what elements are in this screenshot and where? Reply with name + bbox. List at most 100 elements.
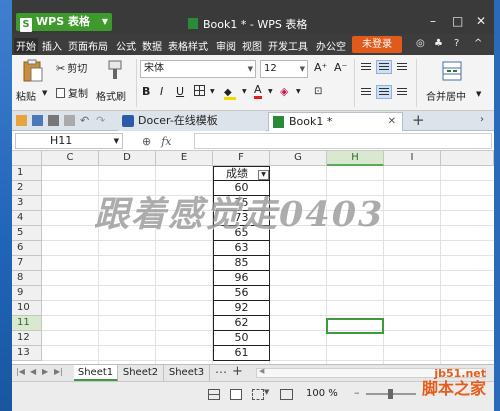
zoom-formula-icon[interactable]: ⊕: [142, 135, 151, 148]
format-painter-button[interactable]: 格式刷: [96, 59, 132, 105]
page-layout-view-icon[interactable]: [230, 389, 242, 400]
chevron-down-icon[interactable]: ▼: [268, 88, 273, 95]
zoom-slider-thumb[interactable]: [388, 389, 393, 399]
borders-button[interactable]: [194, 85, 205, 99]
minimize-button[interactable]: –: [430, 14, 436, 28]
zoom-level[interactable]: 100 %: [306, 388, 338, 399]
selected-cell-h11[interactable]: [326, 318, 384, 334]
save-icon[interactable]: [32, 115, 43, 126]
fx-button[interactable]: fx: [161, 135, 171, 148]
undo-icon[interactable]: ↶: [80, 114, 89, 127]
align-top-button[interactable]: [358, 60, 374, 74]
copy-button[interactable]: 复制: [56, 85, 88, 100]
align-center-button[interactable]: [376, 85, 392, 99]
new-tab-button[interactable]: +: [412, 111, 425, 129]
settings-icon[interactable]: ♣: [434, 38, 443, 49]
normal-view-icon[interactable]: [208, 389, 220, 400]
merge-center-button[interactable]: 合并居中 ▼: [420, 59, 490, 105]
prev-sheet-icon[interactable]: ◀: [30, 367, 36, 376]
bold-button[interactable]: B: [142, 85, 150, 98]
row-header[interactable]: 2: [12, 181, 42, 196]
help-icon[interactable]: ?: [454, 38, 459, 49]
row-header[interactable]: 10: [12, 301, 42, 316]
align-left-button[interactable]: [358, 85, 374, 99]
first-sheet-icon[interactable]: |◀: [16, 367, 25, 376]
tab-docer-templates[interactable]: Docer-在线模板: [118, 112, 266, 131]
formula-input[interactable]: [194, 133, 492, 149]
menu-table-style[interactable]: 表格样式: [168, 38, 208, 53]
print-icon[interactable]: [48, 115, 59, 126]
spreadsheet-grid[interactable]: C D E F G H I 1 2 3 4 5 6 7 8 9 10 11 12…: [12, 151, 494, 364]
shrink-font-button[interactable]: A⁻: [334, 61, 347, 74]
skin-icon[interactable]: ◎: [416, 38, 425, 49]
row-header[interactable]: 8: [12, 271, 42, 286]
name-box[interactable]: H11 ▼: [15, 133, 123, 149]
column-header-g[interactable]: G: [270, 151, 327, 166]
filter-dropdown-button[interactable]: ▼: [258, 170, 269, 180]
column-header-h[interactable]: H: [327, 151, 384, 166]
cut-button[interactable]: ✂ 剪切: [56, 60, 87, 75]
menu-data[interactable]: 数据: [142, 38, 162, 53]
cell-f6[interactable]: 63: [213, 241, 270, 256]
add-sheet-button[interactable]: +: [232, 364, 243, 379]
sheet-tab-sheet2[interactable]: Sheet2: [118, 365, 164, 381]
fill-color-button[interactable]: ◆: [224, 85, 236, 100]
app-menu-button[interactable]: S WPS 表格 ▼: [16, 13, 112, 32]
grow-font-button[interactable]: A⁺: [314, 61, 327, 74]
row-header-selected[interactable]: 11: [12, 316, 42, 331]
row-header[interactable]: 3: [12, 196, 42, 211]
font-color-button[interactable]: A: [254, 84, 262, 99]
cell-f13[interactable]: 61: [213, 346, 270, 361]
cell-f12[interactable]: 50: [213, 331, 270, 346]
menu-review[interactable]: 审阅: [216, 38, 236, 53]
close-tab-icon[interactable]: ✕: [388, 113, 396, 131]
page-break-view-icon[interactable]: [252, 389, 264, 400]
column-header-i[interactable]: I: [384, 151, 441, 166]
chevron-down-icon[interactable]: ▼: [210, 88, 215, 95]
close-button[interactable]: ✕: [476, 14, 486, 28]
cell-f7[interactable]: 85: [213, 256, 270, 271]
last-sheet-icon[interactable]: ▶|: [54, 367, 63, 376]
column-header-f[interactable]: F: [213, 151, 270, 166]
font-dialog-icon[interactable]: ⊡: [314, 86, 322, 97]
column-header-d[interactable]: D: [99, 151, 156, 166]
cell-f9[interactable]: 56: [213, 286, 270, 301]
row-header[interactable]: 1: [12, 166, 42, 181]
align-right-button[interactable]: [394, 85, 410, 99]
fullscreen-icon[interactable]: [280, 389, 293, 400]
paste-button[interactable]: 粘贴 ▼: [16, 59, 54, 105]
cell-f10[interactable]: 92: [213, 301, 270, 316]
column-header-e[interactable]: E: [156, 151, 213, 166]
menu-home[interactable]: 开始: [14, 38, 38, 53]
menu-insert[interactable]: 插入: [42, 38, 62, 53]
zoom-slider[interactable]: [366, 389, 416, 399]
redo-icon[interactable]: ↷: [96, 114, 105, 127]
chevron-down-icon[interactable]: ▼: [296, 88, 301, 95]
collapse-ribbon-icon[interactable]: ^: [474, 38, 482, 49]
clear-format-icon[interactable]: ◈: [280, 85, 288, 98]
row-header[interactable]: 6: [12, 241, 42, 256]
menu-view[interactable]: 视图: [242, 38, 262, 53]
chevron-right-icon[interactable]: ›: [480, 114, 484, 125]
row-header[interactable]: 7: [12, 256, 42, 271]
menu-office[interactable]: 办公空: [316, 38, 348, 53]
sheet-tab-sheet3[interactable]: Sheet3: [164, 365, 210, 381]
select-all-corner[interactable]: [12, 151, 42, 166]
italic-button[interactable]: I: [160, 85, 163, 98]
signin-button[interactable]: 未登录: [352, 36, 402, 53]
align-middle-button[interactable]: [376, 60, 392, 74]
zoom-out-button[interactable]: –: [354, 386, 360, 399]
row-header[interactable]: 13: [12, 346, 42, 361]
maximize-button[interactable]: □: [452, 14, 463, 28]
row-header[interactable]: 12: [12, 331, 42, 346]
tab-book1[interactable]: Book1 * ✕: [268, 112, 403, 131]
scroll-left-icon[interactable]: ◀: [259, 367, 264, 375]
column-header-c[interactable]: C: [42, 151, 99, 166]
menu-page-layout[interactable]: 页面布局: [68, 38, 108, 53]
chevron-down-icon[interactable]: ▼: [242, 88, 247, 95]
column-header-blank[interactable]: [441, 151, 494, 166]
align-bottom-button[interactable]: [394, 60, 410, 74]
sheet-tab-sheet1[interactable]: Sheet1: [74, 365, 118, 381]
underline-button[interactable]: U: [176, 85, 184, 98]
folder-icon[interactable]: [16, 115, 27, 126]
